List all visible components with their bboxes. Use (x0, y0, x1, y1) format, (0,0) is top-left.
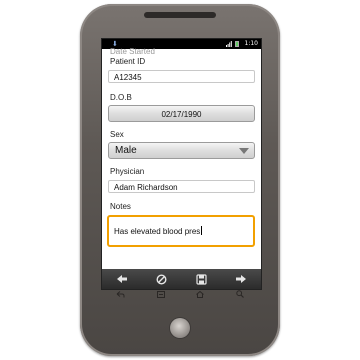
notes-label: Notes (110, 202, 131, 211)
save-button[interactable] (182, 269, 222, 289)
arrow-right-icon (236, 275, 247, 283)
hardware-nav-keys (101, 289, 260, 299)
patient-id-field[interactable]: A12345 (108, 70, 255, 83)
home-key[interactable] (181, 289, 221, 299)
search-icon (236, 290, 245, 298)
sex-spinner[interactable]: Male (108, 142, 255, 159)
notes-field[interactable]: Has elevated blood pres (107, 215, 255, 247)
status-clock: 1:10 (244, 40, 258, 47)
cancel-button[interactable] (142, 269, 182, 289)
arrow-left-icon (116, 275, 127, 283)
home-icon (196, 290, 205, 298)
physician-field[interactable]: Adam Richardson (108, 180, 255, 193)
sex-label: Sex (110, 130, 124, 139)
patient-id-label: Patient ID (110, 57, 146, 66)
cancel-icon (156, 273, 167, 285)
sex-selected-value: Male (115, 145, 137, 156)
notes-text: Has elevated blood pres (114, 227, 201, 236)
save-icon (196, 273, 207, 285)
form-content[interactable]: Date Started Patient ID A12345 D.O.B 02/… (102, 47, 261, 269)
battery-icon (235, 41, 239, 47)
screen: ⬇ 1:10 Date Started Patient ID A12345 D.… (101, 38, 262, 290)
text-cursor (201, 226, 203, 235)
dob-date-button[interactable]: 02/17/1990 (108, 105, 255, 122)
action-bar (102, 269, 261, 289)
back-icon (117, 290, 125, 297)
menu-icon (156, 290, 165, 298)
physician-label: Physician (110, 167, 145, 176)
speaker-grille (144, 12, 216, 18)
back-key[interactable] (101, 289, 141, 299)
search-key[interactable] (220, 289, 260, 299)
dropdown-arrow-icon (239, 148, 249, 154)
trackball-button[interactable] (170, 318, 190, 338)
dob-label: D.O.B (110, 93, 132, 102)
status-icons (226, 41, 239, 47)
previous-button[interactable] (102, 269, 142, 289)
next-button[interactable] (221, 269, 261, 289)
signal-icon (226, 41, 232, 47)
date-started-label: Date Started (110, 47, 155, 56)
menu-key[interactable] (141, 289, 181, 299)
